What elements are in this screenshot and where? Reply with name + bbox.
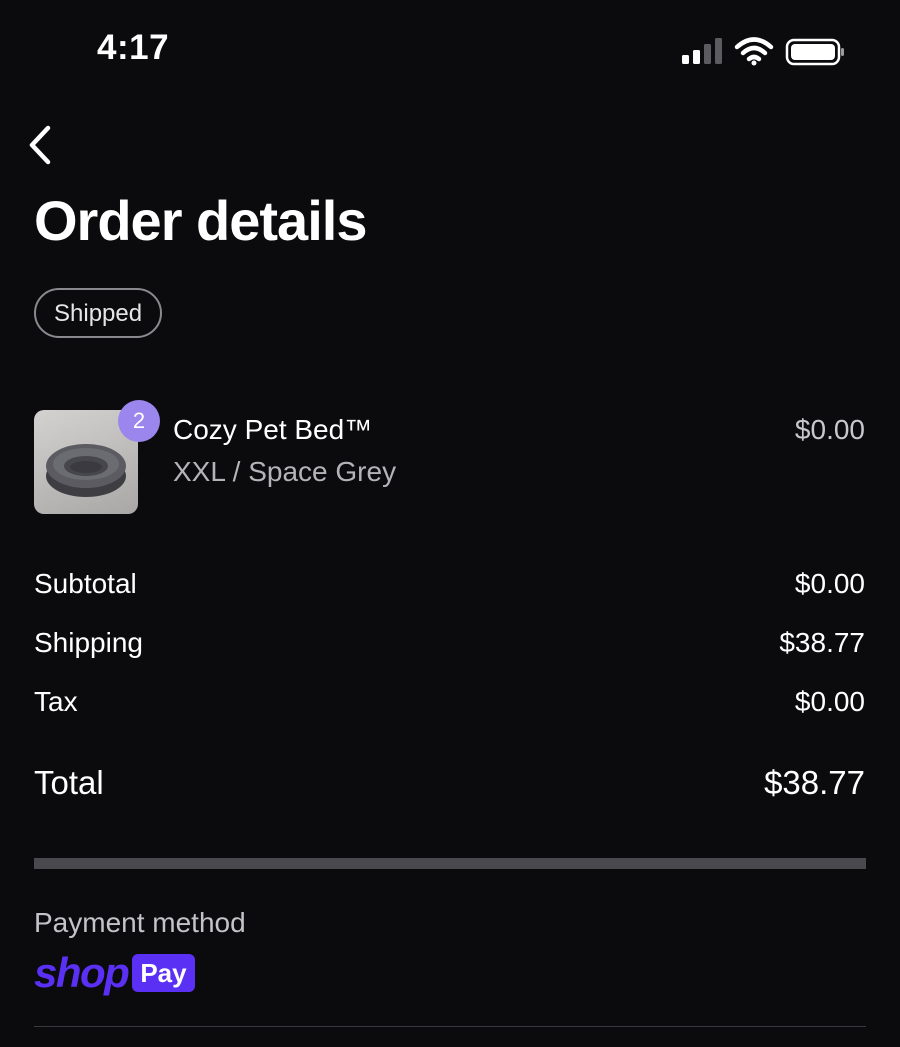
total-row: Total $38.77 [34,764,865,804]
subtotal-label: Subtotal [34,568,137,599]
section-divider [34,858,866,869]
tax-label: Tax [34,686,78,717]
total-value: $38.77 [764,764,865,801]
status-icons [682,37,844,66]
battery-icon [785,38,844,66]
shipping-label: Shipping [34,627,143,658]
status-time: 4:17 [97,28,170,67]
page-title: Order details [34,189,367,252]
order-status-badge: Shipped [34,288,163,338]
product-variant: XXL / Space Grey [173,456,397,487]
subtotal-row: Subtotal $0.00 [34,568,865,608]
quantity-badge: 2 [118,400,160,442]
chevron-left-icon [29,125,51,165]
wifi-icon [734,37,774,66]
back-button[interactable] [22,120,62,170]
cellular-signal-icon [682,38,722,64]
product-price: $0.00 [794,414,865,445]
shop-pay-logo: shop Pay [34,950,195,996]
bottom-divider [34,1026,866,1027]
shipping-value: $38.77 [779,627,865,658]
shop-pay-wordmark: shop [34,949,130,996]
tax-row: Tax $0.00 [34,686,865,726]
status-bar: 4:17 [0,0,900,100]
total-label: Total [34,764,104,801]
tax-value: $0.00 [794,686,865,717]
product-name[interactable]: Cozy Pet Bed™ [173,414,372,446]
payment-method-label: Payment method [34,907,246,938]
shop-pay-badge: Pay [132,954,195,992]
shipping-row: Shipping $38.77 [34,627,865,667]
subtotal-value: $0.00 [794,568,865,599]
